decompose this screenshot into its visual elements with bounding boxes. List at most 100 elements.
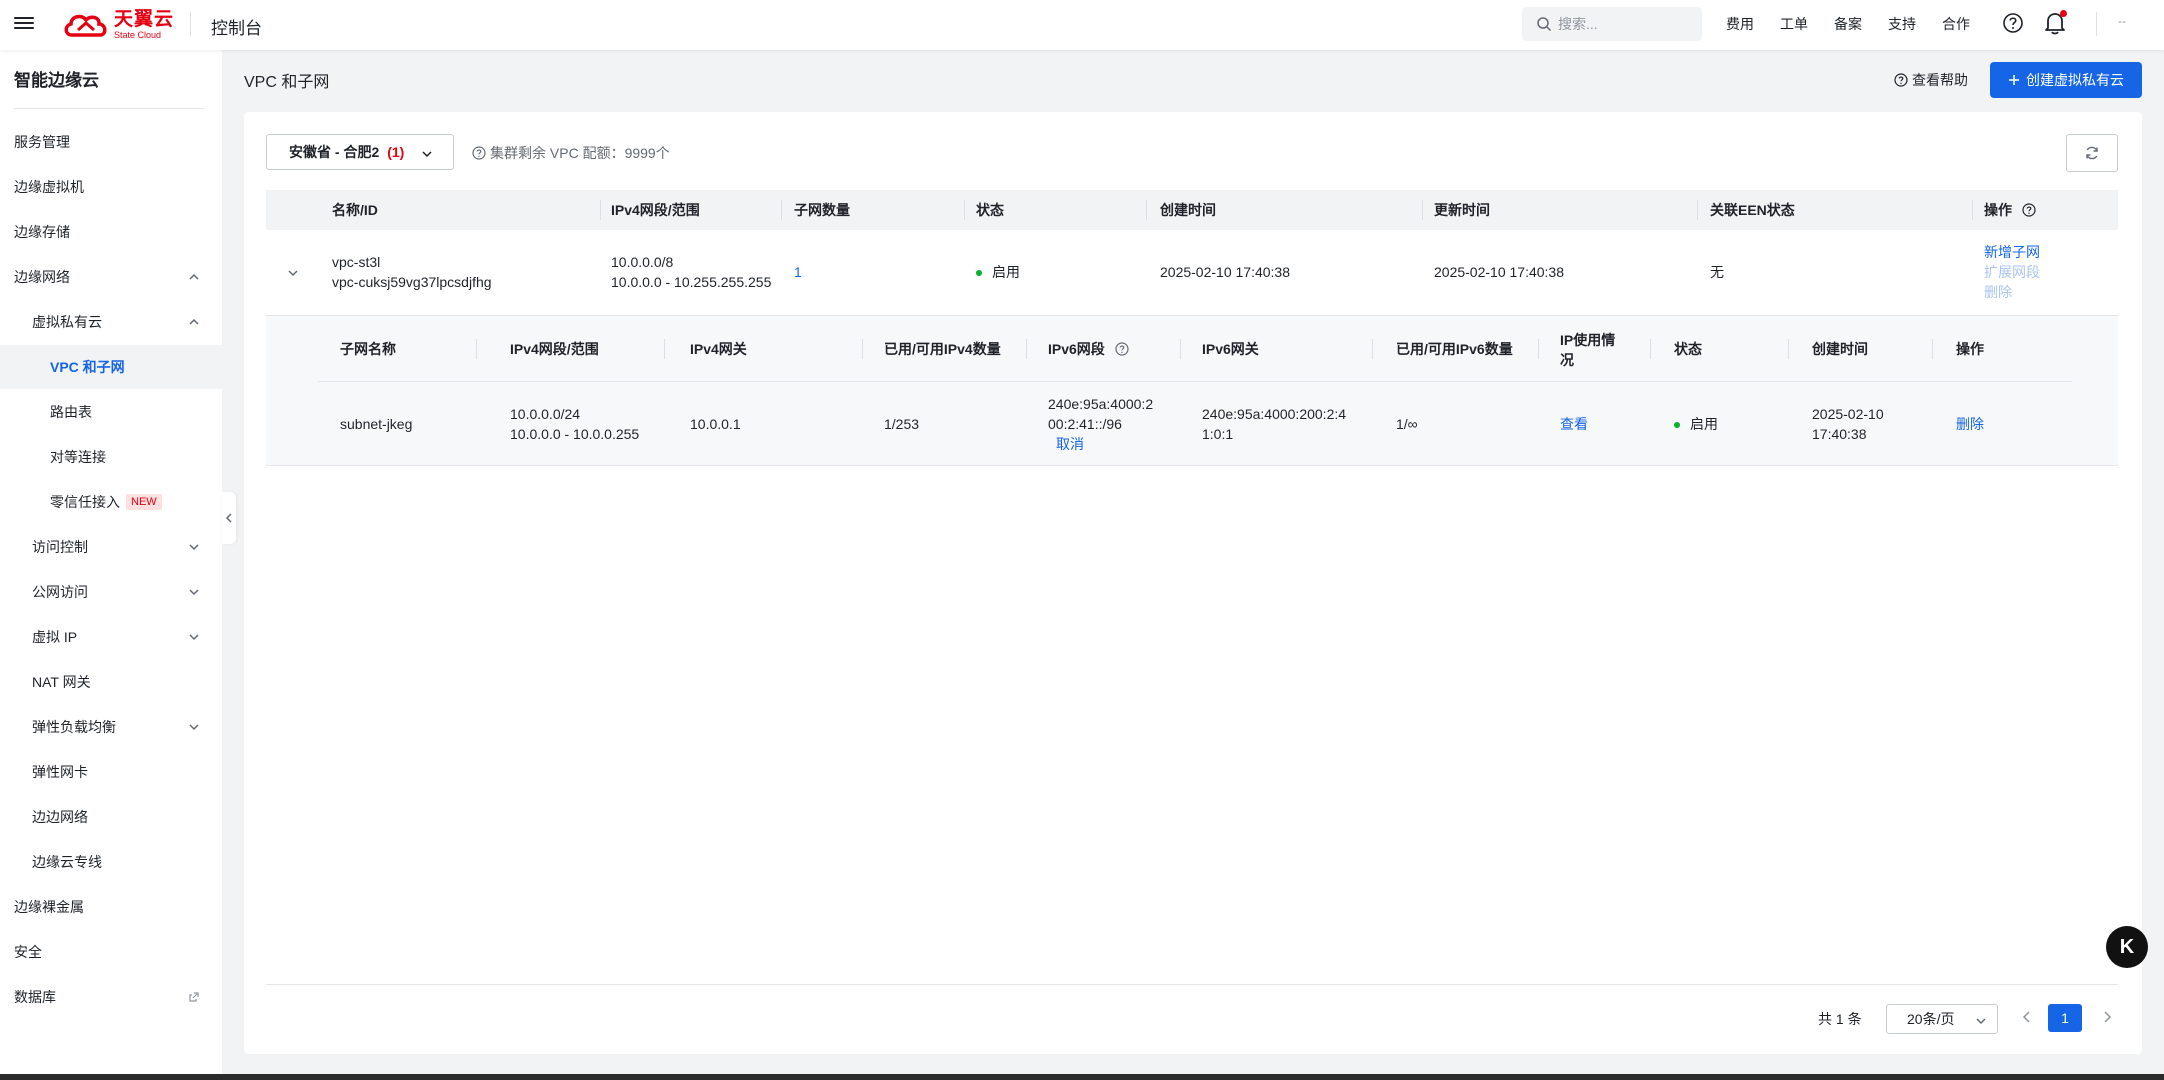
header-subnet-created: 创建时间 bbox=[1812, 341, 1868, 357]
column-separator bbox=[862, 339, 863, 359]
sidebar-item-bare-metal[interactable]: 边缘裸金属 bbox=[0, 885, 222, 929]
search-input[interactable]: 搜索... bbox=[1522, 7, 1702, 41]
status-dot bbox=[976, 270, 982, 277]
notification-dot bbox=[2060, 10, 2067, 17]
chevron-down-icon[interactable] bbox=[286, 266, 300, 280]
total-count: 共 1 条 bbox=[1818, 1011, 1862, 1027]
view-ip-usage-link[interactable]: 查看 bbox=[1560, 414, 1588, 434]
page-size-select[interactable]: 20条/页 bbox=[1886, 1004, 1998, 1034]
refresh-button[interactable] bbox=[2066, 134, 2118, 172]
sidebar-item-peering[interactable]: 对等连接 bbox=[0, 435, 222, 479]
sidebar-title: 智能边缘云 bbox=[14, 71, 99, 90]
sidebar-item-public-access[interactable]: 公网访问 bbox=[0, 570, 222, 614]
created-time: 2025-02-10 17:40:38 bbox=[1160, 264, 1290, 280]
extend-cidr-link[interactable]: 扩展网段 bbox=[1984, 262, 2040, 282]
user-menu[interactable]: -- bbox=[2118, 14, 2126, 28]
ipv4-usage: 1/253 bbox=[884, 416, 920, 432]
header-ipv4-usage: 已用/可用IPv4数量 bbox=[884, 341, 1001, 357]
chevron-up-icon bbox=[189, 318, 199, 325]
divider bbox=[190, 12, 191, 36]
column-separator bbox=[1146, 200, 1147, 220]
chevron-down-icon bbox=[189, 544, 199, 551]
help-circle-icon bbox=[1894, 73, 1908, 87]
sidebar-collapse-button[interactable] bbox=[222, 492, 236, 544]
sidebar-item-elb[interactable]: 弹性负载均衡 bbox=[0, 705, 222, 749]
vpc-name: vpc-st3l bbox=[332, 254, 381, 270]
vpc-cidr: 10.0.0.0/8 bbox=[611, 254, 674, 270]
table-row: subnet-jkeg 10.0.0.0/24 10.0.0.0 - 10.0.… bbox=[318, 382, 2072, 466]
sidebar-item-zero-trust[interactable]: 零信任接入 NEW bbox=[0, 480, 222, 524]
region-value: 安徽省 - 合肥2 bbox=[289, 144, 380, 160]
divider bbox=[2096, 12, 2097, 36]
sidebar-item-direct-connect[interactable]: 边缘云专线 bbox=[0, 840, 222, 884]
logo-text: 天翼云 bbox=[114, 9, 175, 30]
view-help-link[interactable]: 查看帮助 bbox=[1894, 70, 1968, 90]
header-ipv4: IPv4网段/范围 bbox=[611, 202, 700, 218]
cloud-logo-icon bbox=[64, 14, 107, 37]
sidebar-item-storage[interactable]: 边缘存储 bbox=[0, 210, 222, 254]
delete-vpc-link[interactable]: 删除 bbox=[1984, 282, 2012, 302]
column-separator bbox=[1697, 200, 1698, 220]
region-select[interactable]: 安徽省 - 合肥2 (1) bbox=[266, 134, 454, 170]
refresh-icon bbox=[2086, 146, 2098, 160]
subnet-gateway: 10.0.0.1 bbox=[690, 416, 741, 432]
vpc-table-header: 名称/ID IPv4网段/范围 子网数量 状态 创建时间 更新时间 关联EEN状… bbox=[266, 190, 2118, 230]
sidebar-item-eni[interactable]: 弹性网卡 bbox=[0, 750, 222, 794]
column-separator bbox=[476, 339, 477, 359]
help-circle-icon[interactable] bbox=[2022, 203, 2036, 217]
header-created: 创建时间 bbox=[1160, 202, 1216, 218]
column-separator bbox=[781, 200, 782, 220]
create-vpc-button[interactable]: 创建虚拟私有云 bbox=[1990, 62, 2142, 98]
delete-subnet-link[interactable]: 删除 bbox=[1956, 414, 1984, 434]
status-dot bbox=[1674, 422, 1680, 429]
prev-page-button[interactable] bbox=[2020, 1010, 2034, 1024]
subnet-created: 17:40:38 bbox=[1812, 426, 1867, 442]
help-circle-icon[interactable] bbox=[1115, 342, 1129, 356]
console-link[interactable]: 控制台 bbox=[211, 14, 262, 39]
vpc-quota: 集群剩余 VPC 配额：9999个 bbox=[472, 143, 670, 163]
chevron-down-icon bbox=[189, 589, 199, 596]
column-separator bbox=[964, 200, 965, 220]
vpc-range: 10.0.0.0 - 10.255.255.255 bbox=[611, 274, 772, 290]
ipv6-segment: 240e:95a:4000:2 bbox=[1048, 396, 1154, 412]
nav-filing[interactable]: 备案 bbox=[1834, 14, 1862, 34]
ipv6-usage: 1/∞ bbox=[1396, 416, 1418, 432]
nav-partner[interactable]: 合作 bbox=[1942, 14, 1970, 34]
chevron-left-icon bbox=[225, 513, 232, 523]
sidebar-item-nat[interactable]: NAT 网关 bbox=[0, 660, 222, 704]
nav-ticket[interactable]: 工单 bbox=[1780, 14, 1808, 34]
sidebar-item-route-table[interactable]: 路由表 bbox=[0, 390, 222, 434]
region-count: (1) bbox=[387, 144, 405, 160]
sidebar-item-network[interactable]: 边缘网络 bbox=[0, 255, 222, 299]
sidebar-item-virtual-ip[interactable]: 虚拟 IP bbox=[0, 615, 222, 659]
logo[interactable]: 天翼云 State Cloud bbox=[62, 8, 174, 42]
sidebar-item-access-control[interactable]: 访问控制 bbox=[0, 525, 222, 569]
sidebar-item-vm[interactable]: 边缘虚拟机 bbox=[0, 165, 222, 209]
subnet-count-link[interactable]: 1 bbox=[794, 262, 802, 282]
assistant-button[interactable]: K bbox=[2106, 926, 2148, 968]
vpc-card: 安徽省 - 合肥2 (1) 集群剩余 VPC 配额：9999个 名称/ID IP… bbox=[244, 112, 2142, 1054]
sidebar-item-vpc-group[interactable]: 虚拟私有云 bbox=[0, 300, 222, 344]
help-icon[interactable] bbox=[2002, 12, 2024, 34]
vpc-id: vpc-cuksj59vg37lpcsdjfhg bbox=[332, 274, 492, 290]
sidebar-item-security[interactable]: 安全 bbox=[0, 930, 222, 974]
sidebar-item-vpc-subnet[interactable]: VPC 和子网 bbox=[0, 345, 222, 389]
chevron-down-icon bbox=[189, 634, 199, 641]
column-separator bbox=[1972, 200, 1973, 220]
nav-billing[interactable]: 费用 bbox=[1726, 14, 1754, 34]
add-subnet-link[interactable]: 新增子网 bbox=[1984, 242, 2040, 262]
column-separator bbox=[1650, 339, 1651, 359]
page-number-button[interactable]: 1 bbox=[2048, 1004, 2082, 1032]
subnet-table-header: 子网名称 IPv4网段/范围 IPv4网关 已用/可用IPv4数量 IPv6网段… bbox=[318, 316, 2072, 382]
header-ip-usage: IP使用情况 bbox=[1560, 332, 1616, 368]
sidebar: 智能边缘云 服务管理 边缘虚拟机 边缘存储 边缘网络 虚拟私有云 VPC 和子网… bbox=[0, 50, 222, 1080]
nav-support[interactable]: 支持 bbox=[1888, 14, 1916, 34]
menu-icon[interactable] bbox=[14, 14, 34, 34]
next-page-button[interactable] bbox=[2100, 1010, 2114, 1024]
sidebar-item-edge-network[interactable]: 边边网络 bbox=[0, 795, 222, 839]
header-ipv6: IPv6网段 bbox=[1048, 339, 1129, 359]
sidebar-item-database[interactable]: 数据库 bbox=[0, 975, 222, 1019]
sidebar-item-service[interactable]: 服务管理 bbox=[0, 120, 222, 164]
cancel-ipv6-link[interactable]: 取消 bbox=[1056, 434, 1084, 454]
subnet-cidr: 10.0.0.0/24 bbox=[510, 406, 581, 422]
